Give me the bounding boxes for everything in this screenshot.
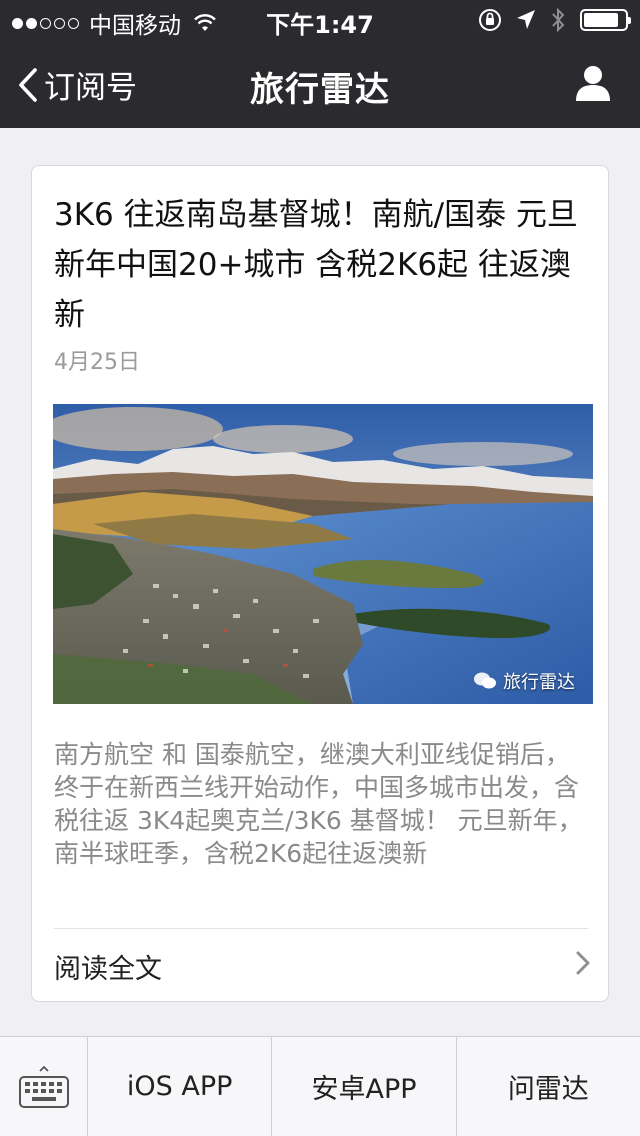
user-icon	[576, 66, 610, 101]
article-card[interactable]: 3K6 往返南岛基督城！南航/国泰 元旦新年中国20+城市 含税2K6起 往返澳…	[31, 165, 609, 1002]
watermark: 旅行雷达	[473, 668, 575, 694]
article-title[interactable]: 3K6 往返南岛基督城！南航/国泰 元旦新年中国20+城市 含税2K6起 往返澳…	[54, 190, 594, 340]
menu-ask-radar[interactable]: 问雷达	[455, 1037, 640, 1136]
page-title: 旅行雷达	[250, 70, 390, 110]
keyboard-icon	[18, 1065, 69, 1108]
orientation-lock-icon	[479, 9, 501, 31]
article-summary: 南方航空 和 国泰航空，继澳大利亚线促销后，终于在新西兰线开始动作，中国多城市出…	[54, 740, 583, 868]
watermark-text: 旅行雷达	[503, 672, 575, 693]
profile-button[interactable]	[574, 64, 612, 106]
location-icon	[517, 10, 535, 29]
chevron-right-icon	[576, 951, 590, 975]
article-date: 4月25日	[54, 350, 140, 375]
read-more-label: 阅读全文	[54, 954, 162, 985]
read-more-link[interactable]: 阅读全文	[32, 929, 608, 1001]
wechat-icon	[474, 672, 496, 689]
bottom-menu: iOS APP 安卓APP 问雷达	[0, 1036, 640, 1136]
landscape-photo	[53, 404, 593, 704]
battery-icon	[580, 9, 631, 31]
menu-ios-app[interactable]: iOS APP	[88, 1037, 271, 1136]
status-right	[478, 7, 631, 33]
navigation-bar: 订阅号 旅行雷达	[0, 40, 640, 128]
cover-image[interactable]: 旅行雷达	[53, 404, 593, 704]
keyboard-toggle-button[interactable]	[0, 1037, 88, 1136]
menu-android-app[interactable]: 安卓APP	[271, 1037, 455, 1136]
status-bar: 中国移动 下午1:47	[0, 0, 640, 40]
bluetooth-icon	[552, 7, 565, 33]
